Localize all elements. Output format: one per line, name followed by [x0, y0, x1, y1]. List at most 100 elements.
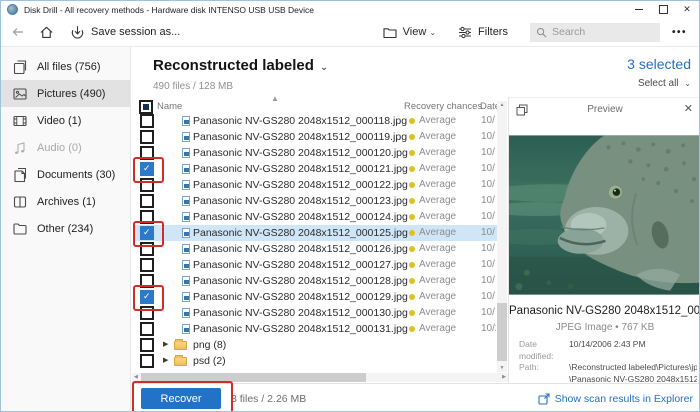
- annotation-box-recover: [132, 381, 233, 412]
- folder-row[interactable]: ▶ psd (2): [135, 353, 497, 369]
- recovery-chance-label: Average: [419, 259, 456, 270]
- file-row[interactable]: Panasonic NV-GS280 2048x1512_000127.jpg A…: [135, 257, 497, 273]
- preview-image-fish: [509, 135, 700, 295]
- show-scan-results-link[interactable]: Show scan results in Explorer: [538, 393, 693, 405]
- column-recovery-chances[interactable]: Recovery chances: [404, 101, 482, 112]
- sort-asc-icon[interactable]: ▲: [271, 94, 279, 103]
- recovery-chance-dot: [409, 278, 415, 284]
- path-row-2: \Panasonic NV-GS280 2048x1512_0001...: [519, 374, 697, 386]
- file-row[interactable]: Panasonic NV-GS280 2048x1512_000122.jpgA…: [135, 177, 497, 193]
- sidebar-item-other[interactable]: Other (234): [1, 215, 130, 242]
- search-input[interactable]: Search: [530, 23, 660, 42]
- recovery-chance-label: Average: [419, 291, 456, 302]
- file-row[interactable]: Panasonic NV-GS280 2048x1512_000129.jpgA…: [135, 289, 497, 305]
- search-icon: [536, 27, 547, 38]
- row-checkbox[interactable]: [140, 338, 154, 352]
- home-button[interactable]: [39, 25, 54, 40]
- annotation-box-checkbox: [133, 157, 164, 183]
- audio-icon: [12, 140, 28, 156]
- file-name: Panasonic NV-GS280 2048x1512_000131.jpg: [193, 323, 408, 335]
- sidebar-item-documents[interactable]: Documents (30): [1, 161, 130, 188]
- open-external-icon: [538, 393, 550, 405]
- preview-close-icon[interactable]: ✕: [684, 102, 693, 115]
- scroll-left-icon[interactable]: ◀: [134, 374, 138, 380]
- back-arrow-icon: [11, 25, 25, 39]
- expand-arrow-icon[interactable]: ▶: [163, 356, 168, 364]
- select-all-checkbox[interactable]: [139, 100, 153, 114]
- preview-filename: Panasonic NV-GS280 2048x1512_000...: [509, 305, 700, 317]
- recovery-chance-dot: [409, 166, 415, 172]
- sidebar: All files (756) Pictures (490) Video (1)Au…: [1, 47, 131, 411]
- preview-details: Date modified:10/14/2006 2:43 PM Path:\R…: [519, 339, 697, 385]
- sidebar-item-audio[interactable]: Audio (0): [1, 134, 130, 161]
- list-header: Name ▲ Recovery chances Date: [135, 101, 497, 113]
- row-checkbox[interactable]: [140, 258, 154, 272]
- file-row[interactable]: Panasonic NV-GS280 2048x1512_000118.jpgA…: [135, 113, 497, 129]
- row-checkbox[interactable]: [140, 322, 154, 336]
- sidebar-item-archives[interactable]: Archives (1): [1, 188, 130, 215]
- sidebar-item-all-files[interactable]: All files (756): [1, 53, 130, 80]
- row-checkbox[interactable]: [140, 130, 154, 144]
- file-row[interactable]: Panasonic NV-GS280 2048x1512_000121.jpgA…: [135, 161, 497, 177]
- filters-icon: [458, 26, 472, 39]
- row-checkbox[interactable]: [140, 114, 154, 128]
- scroll-down-icon[interactable]: ▼: [497, 365, 507, 371]
- image-file-icon: [182, 196, 190, 206]
- select-all-button[interactable]: Select all ⌄: [638, 78, 691, 89]
- file-date: 10/: [481, 163, 496, 174]
- row-checkbox[interactable]: [140, 354, 154, 368]
- file-name: Panasonic NV-GS280 2048x1512_000127.jpg: [193, 259, 408, 271]
- minimize-button[interactable]: [627, 1, 651, 18]
- all-files-icon: [12, 59, 28, 75]
- file-row[interactable]: Panasonic NV-GS280 2048x1512_000131.jpgA…: [135, 321, 497, 337]
- file-row[interactable]: Panasonic NV-GS280 2048x1512_000120.jpgA…: [135, 145, 497, 161]
- folder-row[interactable]: ▶png (8): [135, 337, 497, 353]
- file-row[interactable]: Panasonic NV-GS280 2048x1512_000123.jpgA…: [135, 193, 497, 209]
- sidebar-item-pictures[interactable]: Pictures (490): [1, 80, 130, 107]
- sidebar-item-label: All files (756): [37, 61, 101, 73]
- vertical-scrollbar[interactable]: ▲ ▼: [497, 101, 507, 372]
- file-row[interactable]: Panasonic NV-GS280 2048x1512_000125.jpgA…: [135, 225, 497, 241]
- sidebar-item-label: Pictures (490): [37, 88, 105, 100]
- recovery-chance-dot: [409, 150, 415, 156]
- disk-drill-window: Disk Drill - All recovery methods - Hard…: [0, 0, 700, 412]
- file-name: Panasonic NV-GS280 2048x1512_000126.jpg: [193, 243, 408, 255]
- scroll-right-icon[interactable]: ▶: [502, 374, 506, 380]
- file-row[interactable]: Panasonic NV-GS280 2048x1512_000126.jpgA…: [135, 241, 497, 257]
- recovery-chance-label: Average: [419, 115, 456, 126]
- file-name: Panasonic NV-GS280 2048x1512_000122.jpg: [193, 179, 408, 191]
- column-name[interactable]: Name: [157, 101, 182, 112]
- file-name: Panasonic NV-GS280 2048x1512_000123.jpg: [193, 195, 408, 207]
- date-modified-row: Date modified:10/14/2006 2:43 PM: [519, 339, 697, 362]
- scroll-up-icon[interactable]: ▲: [497, 102, 507, 108]
- file-row[interactable]: Panasonic NV-GS280 2048x1512_000124.jpg A…: [135, 209, 497, 225]
- save-session-label[interactable]: Save session as...: [91, 26, 180, 38]
- file-row[interactable]: Panasonic NV-GS280 2048x1512_000128.jpgA…: [135, 273, 497, 289]
- sidebar-item-video[interactable]: Video (1): [1, 107, 130, 134]
- file-row[interactable]: Panasonic NV-GS280 2048x1512_000119.jpgA…: [135, 129, 497, 145]
- row-checkbox[interactable]: [140, 194, 154, 208]
- filters-button[interactable]: Filters: [458, 26, 508, 39]
- file-date: 10/: [481, 227, 496, 238]
- close-button[interactable]: ✕: [675, 1, 699, 18]
- expand-arrow-icon[interactable]: ▶: [163, 340, 168, 348]
- page-title[interactable]: Reconstructed labeled⌄: [153, 57, 328, 74]
- more-button[interactable]: •••: [672, 27, 687, 38]
- file-row[interactable]: Panasonic NV-GS280 2048x1512_000130.jpgA…: [135, 305, 497, 321]
- file-name: Panasonic NV-GS280 2048x1512_000124.jpg: [193, 211, 408, 223]
- titlebar: Disk Drill - All recovery methods - Hard…: [1, 1, 699, 18]
- video-icon: [12, 113, 28, 129]
- maximize-button[interactable]: [651, 1, 675, 18]
- file-date: 10/: [481, 275, 496, 286]
- recovery-chance-label: Average: [419, 163, 456, 174]
- image-file-icon: [182, 132, 190, 142]
- vertical-scrollbar-thumb[interactable]: [497, 303, 507, 361]
- recovery-chance-label: Average: [419, 211, 456, 222]
- back-button[interactable]: [11, 25, 25, 39]
- file-date: 10/: [481, 131, 496, 142]
- preview-header: Preview ✕: [509, 98, 700, 122]
- save-session-button[interactable]: [70, 25, 85, 40]
- folder-name: psd (2): [193, 355, 226, 367]
- recovery-chance-dot: [409, 182, 415, 188]
- view-button[interactable]: View ⌄: [383, 26, 436, 39]
